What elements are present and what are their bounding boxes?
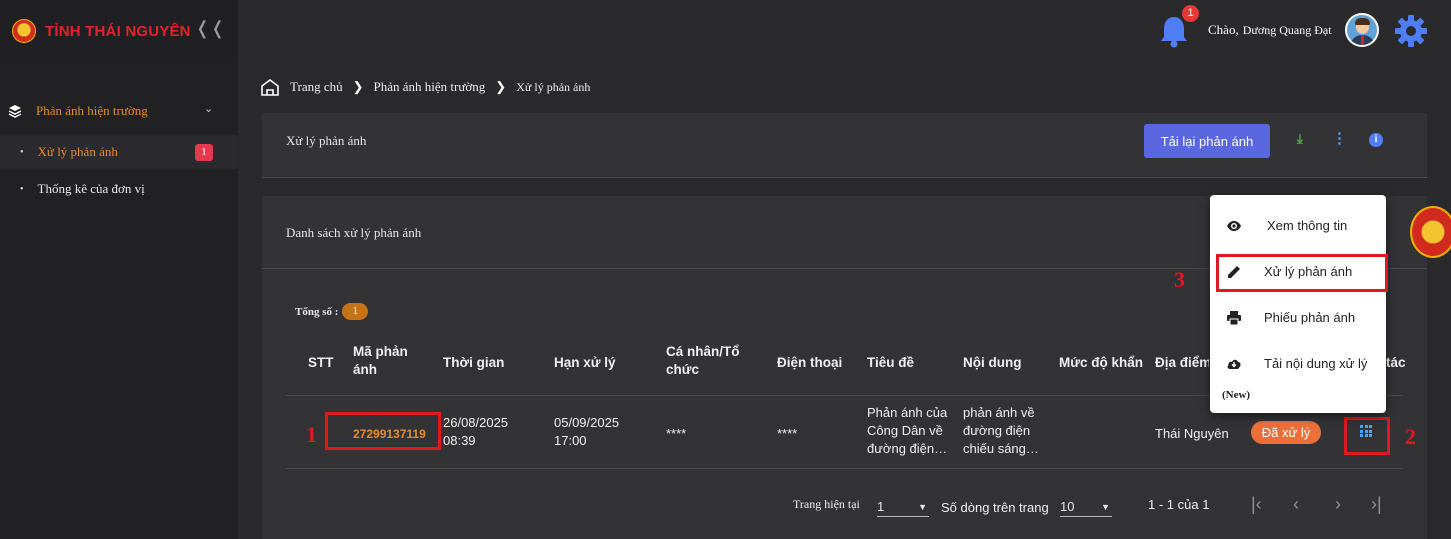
eye-icon [1227,221,1241,231]
col-header-dien-thoai: Điện thoại [777,355,843,370]
menu-item-print[interactable]: Phiếu phản ánh [1210,296,1386,340]
cloud-download-icon [1227,359,1241,369]
menu-item-label: Xem thông tin [1267,218,1348,233]
current-page-label: Trang hiện tại [793,497,860,511]
home-icon[interactable] [260,78,280,96]
col-header-dia-diem: Địa điểm [1155,355,1209,370]
sidebar-group-phan-anh[interactable]: Phản ánh hiện trường ⌄ [0,94,238,128]
cell-person: **** [666,426,687,441]
bullet-icon: • [20,183,24,195]
chevron-right-icon: ❯ [495,79,507,94]
col-header-thoi-gian: Thời gian [443,355,505,370]
cell-location: Thái Nguyên [1155,426,1229,441]
info-icon[interactable]: i [1369,133,1383,147]
annotation-box-code [325,412,441,450]
greeting-label: Chào, [1208,22,1239,37]
chevron-right-icon: ❯ [352,79,364,94]
breadcrumb: Trang chủ ❯ Phản ánh hiện trường ❯ Xử lý… [260,76,590,98]
action-menu: Xem thông tin Xử lý phản ánh Phiếu phản … [1210,195,1388,413]
bullet-icon: • [20,146,24,158]
user-name: Dương Quang Đạt [1242,23,1332,37]
sidebar-item-xu-ly[interactable]: • Xử lý phản ánh 1 [0,135,238,169]
table-divider [286,468,1403,469]
status-badge: Đã xử lý [1251,421,1321,444]
sidebar-item-thong-ke[interactable]: • Thống kê của đơn vị [0,172,238,206]
new-tag: (New) [1222,389,1251,401]
menu-item-label: Phiếu phản ánh [1264,310,1356,325]
province-emblem-icon [1410,206,1451,258]
download-icon[interactable]: ⤓ [1297,131,1303,147]
sidebar: Phản ánh hiện trường ⌄ • Xử lý phản ánh … [0,62,238,539]
menu-item-label: Tải nội dung xử lý [1264,356,1368,371]
annotation-number: 1 [306,422,317,447]
gear-icon[interactable] [1393,13,1429,49]
sidebar-item-label: Xử lý phản ánh [37,144,118,159]
annotation-box-actions [1344,417,1390,455]
col-header-stt: STT [308,355,334,370]
first-page-icon[interactable]: |‹ [1251,494,1262,515]
cell-content: phản ánh về đường điện chiếu sáng… [963,405,1039,456]
printer-icon [1227,311,1241,326]
notification-badge: 1 [1182,5,1199,22]
prev-page-icon[interactable]: ‹ [1293,494,1299,515]
brand: TỈNH THÁI NGUYÊN ❬❬ [0,0,238,62]
layers-icon [8,105,22,118]
list-title: Danh sách xử lý phản ánh [286,225,422,240]
breadcrumb-home[interactable]: Trang chủ [290,79,343,95]
avatar[interactable] [1345,13,1379,47]
annotation-number: 3 [1174,267,1185,292]
header-card: Xử lý phản ánh Tải lại phản ánh ⤓ ⋮ i [262,113,1427,178]
breadcrumb-phan-anh[interactable]: Phản ánh hiện trường [374,79,486,95]
col-header-thao-tac: tác [1386,355,1406,370]
chevron-down-icon: ⌄ [204,103,214,115]
reload-button[interactable]: Tải lại phản ánh [1144,124,1270,158]
dropdown-arrow-icon: ▼ [918,502,927,512]
rows-per-page-select[interactable]: 10 ▼ [1060,499,1112,517]
total-badge: 1 [342,303,369,320]
collapse-sidebar-icon[interactable]: ❬❬ [195,18,225,39]
breadcrumb-current: Xử lý phản ánh [516,79,591,94]
sidebar-group-label: Phản ánh hiện trường [36,103,148,118]
current-page-value: 1 [877,499,885,514]
col-header-ma: Mã phản ánh [353,344,408,377]
dropdown-arrow-icon: ▼ [1101,502,1110,512]
cell-deadline: 05/09/2025 17:00 [554,415,620,448]
top-bar: TỈNH THÁI NGUYÊN ❬❬ 1 Chào, Dương Quang Đ… [0,0,1451,62]
col-header-ca-nhan: Cá nhân/Tổ chức [666,344,740,377]
col-header-tieu-de: Tiêu đề [867,355,915,370]
brand-title: TỈNH THÁI NGUYÊN [45,22,191,40]
rows-per-page-value: 10 [1060,499,1075,514]
sidebar-count-badge: 1 [195,144,213,161]
annotation-box-process [1216,254,1388,292]
cell-time: 26/08/2025 08:39 [443,415,509,448]
menu-item-view[interactable]: Xem thông tin [1210,204,1386,248]
menu-item-download[interactable]: Tải nội dung xử lý [1210,342,1386,386]
province-emblem-icon [12,19,36,43]
sidebar-item-label: Thống kê của đơn vị [37,181,145,196]
total-count: Tổng số : 1 [295,303,369,320]
next-page-icon[interactable]: › [1335,494,1341,515]
annotation-number: 2 [1405,424,1416,449]
col-header-muc-do: Mức độ khẩn [1059,355,1144,370]
page-range: 1 - 1 của 1 [1148,497,1210,512]
rows-per-page-label: Số dòng trên trang [941,500,1049,515]
cell-title: Phản ánh của Công Dân về đường điện… [867,405,948,456]
total-label: Tổng số : [295,305,339,318]
current-page-select[interactable]: 1 ▼ [877,499,929,517]
cell-phone: **** [777,426,798,441]
last-page-icon[interactable]: ›| [1371,494,1382,515]
col-header-noi-dung: Nội dung [963,355,1022,370]
more-vert-icon[interactable]: ⋮ [1332,129,1347,147]
page-title: Xử lý phản ánh [286,133,367,148]
user-greeting: Chào, Dương Quang Đạt [1208,22,1332,38]
col-header-han: Hạn xử lý [554,355,616,370]
